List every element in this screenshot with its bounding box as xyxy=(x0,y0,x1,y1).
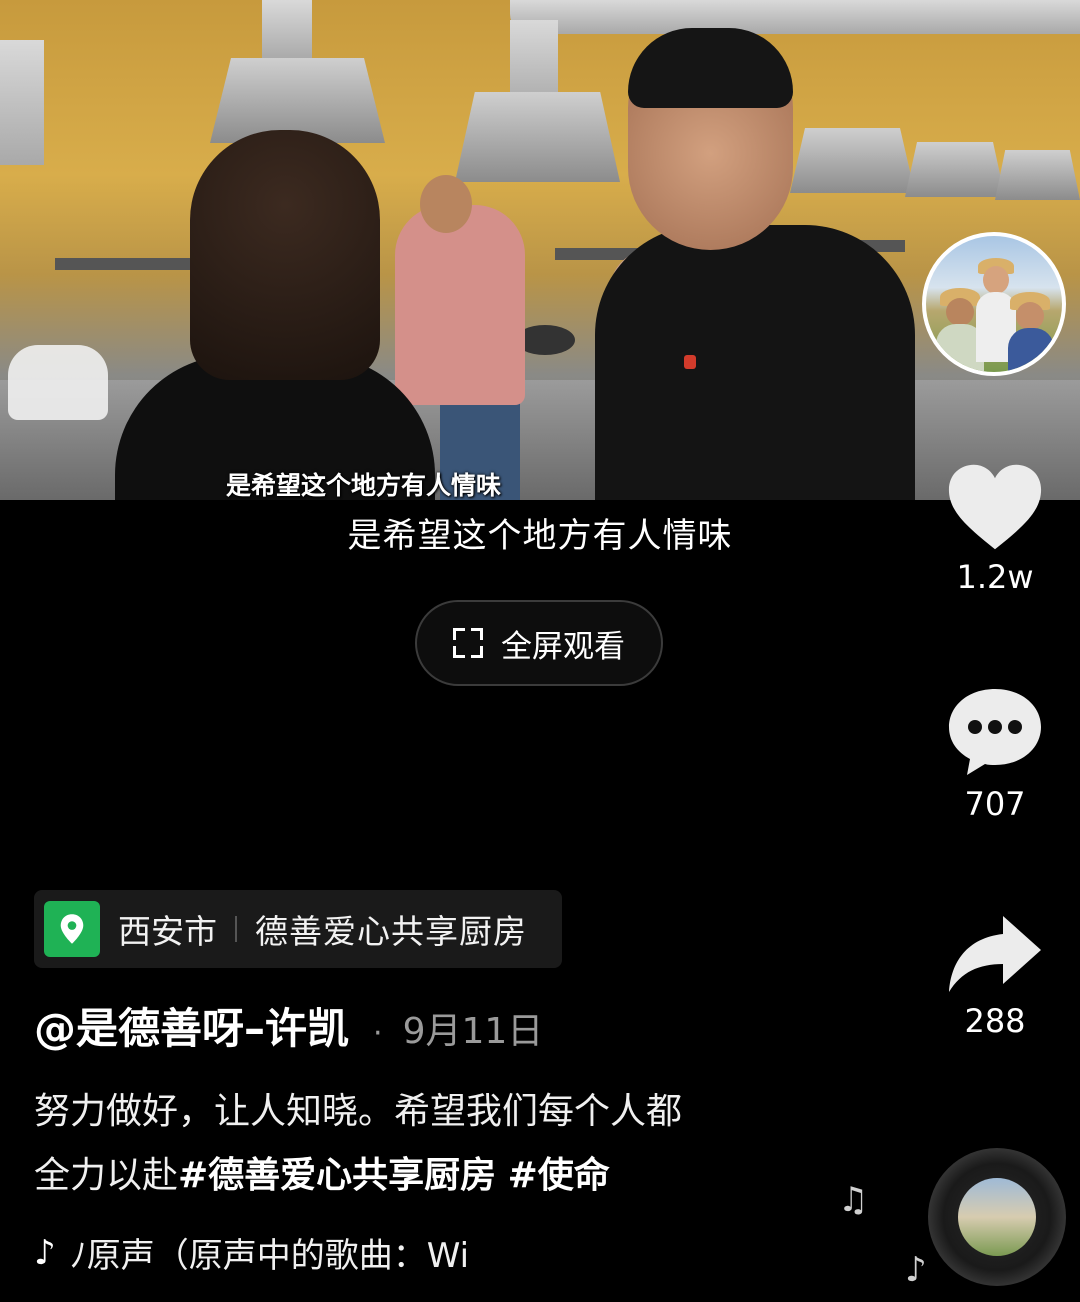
music-disc[interactable] xyxy=(928,1148,1066,1286)
post-description: 努力做好，让人知晓。希望我们每个人都 全力以赴#德善爱心共享厨房 #使命 xyxy=(34,1080,814,1208)
hashtag-link[interactable]: #德善爱心共享厨房 xyxy=(178,1155,496,1196)
video-burned-caption: 是希望这个地方有人情味 xyxy=(226,471,502,500)
range-hood xyxy=(905,142,1005,197)
shirt-logo xyxy=(684,355,696,369)
vent-duct xyxy=(262,0,312,60)
location-city: 西安市 xyxy=(118,912,217,951)
range-hood xyxy=(790,128,915,193)
fullscreen-icon xyxy=(453,628,483,658)
location-divider xyxy=(235,916,237,942)
face xyxy=(983,266,1009,294)
fullscreen-label: 全屏观看 xyxy=(501,628,625,665)
wall-vent xyxy=(0,40,44,165)
tiktok-note-icon: ♪ xyxy=(34,1232,56,1273)
comment-button[interactable]: 707 xyxy=(920,685,1070,823)
shelf xyxy=(55,258,195,270)
like-count: 1.2w xyxy=(956,558,1034,596)
like-button[interactable]: 1.2w xyxy=(920,462,1070,596)
music-note-icon: ♫ xyxy=(838,1180,869,1220)
man-hair xyxy=(628,28,793,108)
woman-hair xyxy=(190,130,380,380)
description-line-1: 努力做好，让人知晓。希望我们每个人都 xyxy=(34,1091,683,1132)
face xyxy=(1016,302,1044,330)
face xyxy=(946,298,974,326)
share-icon xyxy=(945,910,1045,996)
author-name[interactable]: @是德善呀–许凯 xyxy=(34,995,349,1056)
heart-icon xyxy=(947,462,1043,552)
author-avatar[interactable] xyxy=(922,232,1066,376)
fullscreen-button[interactable]: 全屏观看 xyxy=(415,600,663,686)
description-line-2: 全力以赴#德善爱心共享厨房 #使命 xyxy=(34,1144,814,1208)
author-row: @是德善呀–许凯 · 9月11日 xyxy=(34,995,543,1056)
location-pin-icon xyxy=(44,901,100,957)
music-note-icon: ♪ xyxy=(905,1250,927,1290)
hashtag-link[interactable]: #使命 xyxy=(508,1155,610,1196)
location-chip[interactable]: 西安市 德善爱心共享厨房 xyxy=(34,890,562,968)
music-row[interactable]: ♪ ﾉ原声（原声中的歌曲：Wi xyxy=(34,1228,594,1277)
subtitle: 是希望这个地方有人情味 xyxy=(347,516,733,556)
vent-duct xyxy=(510,0,1080,34)
range-hood xyxy=(455,92,620,182)
share-button[interactable]: 288 xyxy=(920,910,1070,1040)
share-count: 288 xyxy=(964,1002,1026,1040)
comment-count: 707 xyxy=(964,785,1026,823)
video-feed-screen: 是希望这个地方有人情味 是希望这个地方有人情味 全屏观看 1.2w 707 28… xyxy=(0,0,1080,1302)
separator-dot: · xyxy=(373,1016,383,1051)
range-hood xyxy=(995,150,1080,200)
man-body xyxy=(595,225,915,500)
music-title: ﾉ原声（原声中的歌曲：Wi xyxy=(69,1236,470,1276)
location-place: 德善爱心共享厨房 xyxy=(255,912,527,951)
background-person-head xyxy=(420,175,472,233)
plastic-bag xyxy=(8,345,108,420)
comment-icon xyxy=(945,685,1045,779)
background-person xyxy=(395,205,525,405)
post-date: 9月11日 xyxy=(402,1011,544,1052)
video-frame[interactable]: 是希望这个地方有人情味 xyxy=(0,0,1080,500)
music-disc-cover xyxy=(958,1178,1036,1256)
body xyxy=(1008,328,1054,372)
description-text: 全力以赴 xyxy=(34,1155,179,1196)
